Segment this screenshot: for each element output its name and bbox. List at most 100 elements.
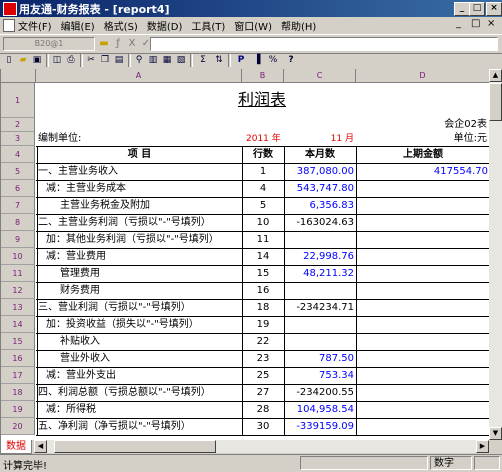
report-title-cell[interactable]: 利润表 <box>37 85 487 115</box>
mdi-minimize-button[interactable]: _ <box>456 18 461 29</box>
prior-amount[interactable] <box>356 231 490 248</box>
current-amount[interactable]: 48,211.32 <box>284 265 356 282</box>
line-number[interactable]: 27 <box>242 384 284 401</box>
spreadsheet-grid[interactable]: A B C D 1 2 3 4 5 6 7 8 9 10 11 12 13 14… <box>0 69 490 440</box>
row-header-12[interactable]: 12 <box>1 282 35 299</box>
row-header-19[interactable]: 19 <box>1 401 35 418</box>
row-header-14[interactable]: 14 <box>1 316 35 333</box>
copy-icon[interactable]: ❐ <box>98 54 112 67</box>
current-amount[interactable]: 753.34 <box>284 367 356 384</box>
document-icon[interactable] <box>3 19 15 32</box>
save-icon[interactable]: ▣ <box>30 54 44 67</box>
prior-amount[interactable] <box>356 418 490 435</box>
row-header-10[interactable]: 10 <box>1 248 35 265</box>
prior-amount[interactable] <box>356 265 490 282</box>
unit-label[interactable]: 编制单位: <box>38 132 138 146</box>
scroll-down-icon[interactable]: ▼ <box>489 427 502 440</box>
mdi-restore-button[interactable]: □ <box>471 18 480 29</box>
menu-format[interactable]: 格式(S) <box>104 18 138 33</box>
row-header-20[interactable]: 20 <box>1 418 35 435</box>
line-item-name[interactable]: 减：营业外支出 <box>46 367 242 384</box>
row-header-17[interactable]: 17 <box>1 367 35 384</box>
cut-icon[interactable]: ✂ <box>84 54 98 67</box>
cell-reference-box[interactable]: B20@1 <box>3 37 95 51</box>
line-number[interactable]: 16 <box>242 282 284 299</box>
line-number[interactable]: 19 <box>242 316 284 333</box>
row-header-8[interactable]: 8 <box>1 214 35 231</box>
header-item[interactable]: 项 目 <box>37 146 242 163</box>
column-header-d[interactable]: D <box>356 69 490 83</box>
merge-icon[interactable]: ▧ <box>174 54 188 67</box>
scroll-right-icon[interactable]: ▶ <box>476 440 489 453</box>
scroll-left-icon[interactable]: ◀ <box>34 440 47 453</box>
paste-icon[interactable]: ▤ <box>112 54 126 67</box>
header-current[interactable]: 本月数 <box>284 146 356 163</box>
folder-icon[interactable]: ▬ <box>98 37 110 50</box>
current-amount[interactable]: 6,356.83 <box>284 197 356 214</box>
report-month[interactable]: 11 月 <box>319 132 354 146</box>
menu-data[interactable]: 数据(D) <box>147 18 183 33</box>
prior-amount[interactable] <box>356 180 490 197</box>
line-number[interactable]: 25 <box>242 367 284 384</box>
vertical-scrollbar[interactable]: ▲ ▼ <box>489 69 502 440</box>
mdi-close-button[interactable]: × <box>487 18 495 29</box>
prior-amount[interactable] <box>356 282 490 299</box>
line-number[interactable]: 11 <box>242 231 284 248</box>
row-header-11[interactable]: 11 <box>1 265 35 282</box>
currency-unit[interactable]: 单位:元 <box>421 132 487 146</box>
menu-file[interactable]: 文件(F) <box>18 18 52 33</box>
format-painter-icon[interactable]: ⚲ <box>132 54 146 67</box>
line-item-name[interactable]: 加：投资收益（损失以"-"号填列） <box>46 316 242 333</box>
prior-amount[interactable] <box>356 333 490 350</box>
column-header-a[interactable]: A <box>36 69 242 83</box>
close-button[interactable]: × <box>486 2 502 16</box>
prior-amount[interactable] <box>356 350 490 367</box>
menu-tools[interactable]: 工具(T) <box>191 18 225 33</box>
maximize-button[interactable]: □ <box>469 2 485 16</box>
menu-help[interactable]: 帮助(H) <box>281 18 316 33</box>
prior-amount[interactable] <box>356 248 490 265</box>
line-item-name[interactable]: 补贴收入 <box>60 333 242 350</box>
line-number[interactable]: 30 <box>242 418 284 435</box>
line-number[interactable]: 5 <box>242 197 284 214</box>
line-number[interactable]: 10 <box>242 214 284 231</box>
row-header-3[interactable]: 3 <box>1 132 35 146</box>
insert-column-icon[interactable]: ▥ <box>146 54 160 67</box>
line-item-name[interactable]: 加：其他业务利润（亏损以"-"号填列） <box>46 231 242 248</box>
report-year[interactable]: 2011 年 <box>246 132 291 146</box>
prior-amount[interactable] <box>356 299 490 316</box>
sort-icon[interactable]: ⇅ <box>212 54 226 67</box>
line-number[interactable]: 28 <box>242 401 284 418</box>
row-header-5[interactable]: 5 <box>1 163 35 180</box>
prior-amount[interactable] <box>356 197 490 214</box>
current-amount[interactable]: 387,080.00 <box>284 163 356 180</box>
header-prior[interactable]: 上期金额 <box>356 146 490 163</box>
horizontal-scroll-thumb[interactable] <box>54 440 216 453</box>
header-line-no[interactable]: 行数 <box>242 146 284 163</box>
row-header-1[interactable]: 1 <box>1 83 35 118</box>
row-header-6[interactable]: 6 <box>1 180 35 197</box>
formula-input[interactable] <box>150 37 498 51</box>
row-header-9[interactable]: 9 <box>1 231 35 248</box>
line-number[interactable]: 18 <box>242 299 284 316</box>
line-number[interactable]: 14 <box>242 248 284 265</box>
current-amount[interactable] <box>284 231 356 248</box>
line-item-name[interactable]: 一、主营业务收入 <box>38 163 242 180</box>
print-preview-icon[interactable]: ◫ <box>50 54 64 67</box>
open-file-icon[interactable]: ▰ <box>16 54 30 67</box>
line-item-name[interactable]: 减：主营业务成本 <box>46 180 242 197</box>
prior-amount[interactable] <box>356 367 490 384</box>
row-header-15[interactable]: 15 <box>1 333 35 350</box>
current-amount[interactable]: -339159.09 <box>284 418 356 435</box>
current-amount[interactable]: -234200.55 <box>284 384 356 401</box>
percent-icon[interactable]: % <box>266 54 280 67</box>
line-number[interactable]: 22 <box>242 333 284 350</box>
sum-icon[interactable]: Σ <box>196 54 210 67</box>
horizontal-scrollbar[interactable]: ◀ ▶ <box>34 440 489 453</box>
print-icon[interactable]: ⎙ <box>64 54 78 67</box>
line-item-name[interactable]: 主营业务税金及附加 <box>60 197 242 214</box>
scroll-thumb[interactable] <box>489 83 502 121</box>
scroll-up-icon[interactable]: ▲ <box>489 69 502 82</box>
current-amount[interactable]: -163024.63 <box>284 214 356 231</box>
line-number[interactable]: 23 <box>242 350 284 367</box>
